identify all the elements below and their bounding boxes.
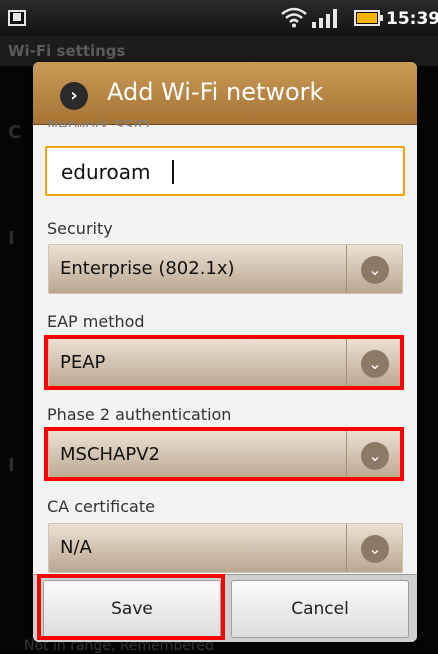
background-fragment: I [8, 455, 15, 476]
eap-highlight [44, 335, 404, 390]
ssid-input[interactable] [59, 159, 363, 185]
background-fragment: I [8, 228, 15, 249]
battery-icon [354, 10, 383, 26]
save-highlight [37, 574, 225, 640]
security-value: Enterprise (802.1x) [60, 258, 235, 279]
eap-label: EAP method [47, 312, 145, 331]
chevron-down-icon: ⌄ [361, 256, 389, 284]
security-spinner[interactable]: Enterprise (802.1x) ⌄ [48, 244, 403, 294]
chevron-right-icon: › [60, 82, 88, 110]
ca-spinner[interactable]: N/A ⌄ [48, 523, 403, 573]
ca-label: CA certificate [47, 497, 155, 516]
phase2-highlight [44, 427, 404, 481]
ca-arrow-box: ⌄ [346, 524, 402, 572]
dialog-title: Add Wi-Fi network [107, 78, 324, 106]
background-fragment: C [8, 122, 22, 143]
phase2-label: Phase 2 authentication [47, 405, 232, 424]
wifi-icon [281, 7, 307, 28]
ca-value: N/A [60, 537, 92, 558]
add-wifi-dialog: › Add Wi-Fi network Network SSID Securit… [33, 62, 417, 642]
dialog-body: Network SSID Security Enterprise (802.1x… [33, 117, 417, 573]
security-arrow-box: ⌄ [346, 245, 402, 293]
ssid-field[interactable] [45, 146, 405, 196]
ssid-label: Network SSID [47, 117, 150, 127]
status-time: 15:39 [386, 9, 438, 29]
chevron-down-icon: ⌄ [361, 535, 389, 563]
sim-icon [8, 10, 26, 26]
text-caret [172, 160, 174, 184]
cancel-button[interactable]: Cancel [231, 580, 409, 638]
signal-icon [312, 9, 337, 28]
status-bar: 15:39 [0, 0, 438, 36]
security-label: Security [47, 219, 113, 238]
